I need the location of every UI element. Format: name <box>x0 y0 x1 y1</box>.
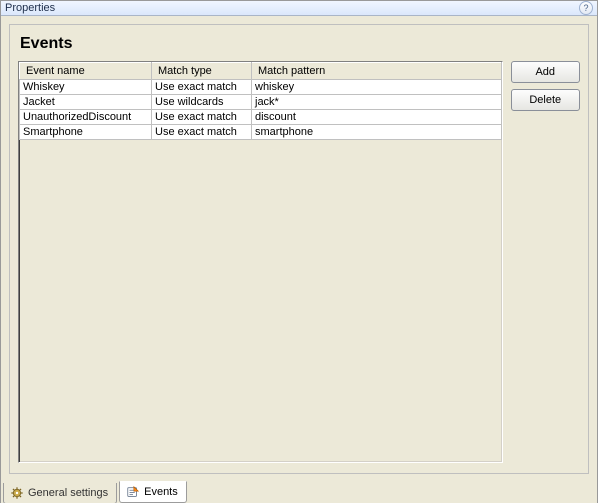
tab-events[interactable]: Events <box>119 481 187 503</box>
table-row[interactable]: Jacket Use wildcards jack* <box>20 95 502 110</box>
cell-match-pattern[interactable]: discount <box>252 110 502 125</box>
cell-match-type[interactable]: Use exact match <box>152 80 252 95</box>
tab-label: Events <box>144 486 178 498</box>
table-row[interactable]: UnauthorizedDiscount Use exact match dis… <box>20 110 502 125</box>
cell-match-type[interactable]: Use wildcards <box>152 95 252 110</box>
tab-label: General settings <box>28 487 108 499</box>
table-row[interactable]: Whiskey Use exact match whiskey <box>20 80 502 95</box>
section-heading: Events <box>20 35 580 53</box>
cell-event-name[interactable]: Smartphone <box>20 125 152 140</box>
properties-window: Properties ? Events Event name Match typ… <box>0 0 598 503</box>
col-event-name[interactable]: Event name <box>20 63 152 80</box>
col-match-type[interactable]: Match type <box>152 63 252 80</box>
cell-event-name[interactable]: Jacket <box>20 95 152 110</box>
events-panel: Events Event name Match type Match patte… <box>9 24 589 474</box>
content-area: Events Event name Match type Match patte… <box>1 16 597 482</box>
button-column: Add Delete <box>511 61 581 111</box>
table-row[interactable]: Smartphone Use exact match smartphone <box>20 125 502 140</box>
window-title: Properties <box>5 2 55 14</box>
tab-general-settings[interactable]: General settings <box>3 483 117 503</box>
events-table[interactable]: Event name Match type Match pattern Whis… <box>19 62 502 140</box>
cell-match-type[interactable]: Use exact match <box>152 110 252 125</box>
gear-icon <box>10 486 24 500</box>
table-header-row: Event name Match type Match pattern <box>20 63 502 80</box>
cell-event-name[interactable]: Whiskey <box>20 80 152 95</box>
cell-match-type[interactable]: Use exact match <box>152 125 252 140</box>
cell-match-pattern[interactable]: whiskey <box>252 80 502 95</box>
titlebar: Properties ? <box>1 1 597 16</box>
cell-match-pattern[interactable]: jack* <box>252 95 502 110</box>
add-button[interactable]: Add <box>511 61 581 83</box>
col-match-pattern[interactable]: Match pattern <box>252 63 502 80</box>
events-table-container: Event name Match type Match pattern Whis… <box>18 61 503 463</box>
cell-event-name[interactable]: UnauthorizedDiscount <box>20 110 152 125</box>
events-icon <box>126 485 140 499</box>
cell-match-pattern[interactable]: smartphone <box>252 125 502 140</box>
delete-button[interactable]: Delete <box>511 89 581 111</box>
tabstrip: General settings Events <box>1 481 597 503</box>
help-icon[interactable]: ? <box>579 1 593 15</box>
